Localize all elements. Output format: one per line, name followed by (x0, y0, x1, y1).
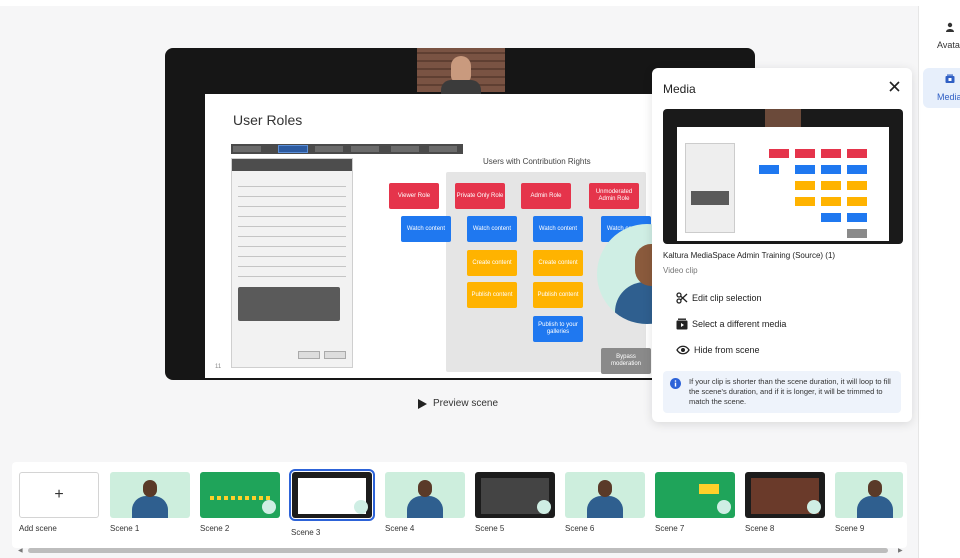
scene-thumbnail[interactable] (565, 472, 645, 518)
rail-item-avatars[interactable]: Avatar (923, 16, 960, 56)
slide-title: User Roles (233, 112, 303, 128)
select-media-button[interactable]: Select a different media (676, 318, 786, 330)
panel-title: Media (663, 82, 696, 96)
clip-type: Video clip (663, 266, 698, 275)
filmstrip-scrollbar[interactable]: ◀ ▶ (18, 547, 904, 554)
media-panel: Media Kaltura MediaSpace Admin Training (652, 68, 912, 422)
add-scene-label: Add scene (19, 524, 57, 533)
permission-node: Watch content (467, 216, 517, 242)
slide-number: 11 (215, 364, 222, 370)
scene-label: Scene 4 (385, 524, 415, 533)
media-icon (945, 74, 955, 83)
rail-item-label: Avatar (937, 40, 960, 50)
scene-label: Scene 8 (745, 524, 775, 533)
top-strip (0, 0, 960, 6)
permission-node: Create content (533, 250, 583, 276)
permission-node: Bypass moderation (601, 348, 651, 374)
scene-label: Scene 3 (291, 528, 321, 537)
scene-thumbnail[interactable] (289, 469, 375, 521)
scene-label: Scene 9 (835, 524, 865, 533)
role-node: Viewer Role (389, 183, 439, 209)
clip-title: Kaltura MediaSpace Admin Training (Sourc… (663, 251, 836, 260)
scene-label: Scene 5 (475, 524, 505, 533)
add-scene-button[interactable]: + (19, 472, 99, 518)
scissors-icon (676, 292, 688, 304)
add-user-form-image (231, 158, 353, 368)
preview-label: Preview scene (433, 398, 499, 409)
camera-video (417, 48, 505, 94)
action-label: Hide from scene (694, 345, 760, 355)
info-text: If your clip is shorter than the scene d… (689, 377, 891, 406)
scene-label: Scene 6 (565, 524, 595, 533)
permission-node: Publish content (467, 282, 517, 308)
scene-thumbnail[interactable] (385, 472, 465, 518)
eye-icon (676, 345, 690, 355)
rail-item-label: Media (937, 92, 960, 102)
permission-node: Publish to your galleries (533, 316, 583, 342)
permission-node: Watch content (533, 216, 583, 242)
scene-thumbnail[interactable] (475, 472, 555, 518)
scroll-left-icon[interactable]: ◀ (18, 547, 23, 554)
hide-from-scene-button[interactable]: Hide from scene (676, 345, 760, 355)
role-node: Admin Role (521, 183, 571, 209)
action-label: Edit clip selection (692, 293, 762, 303)
scene-label: Scene 2 (200, 524, 230, 533)
scrollbar-thumb[interactable] (28, 548, 888, 553)
slide-navbar (231, 144, 463, 154)
play-icon (418, 398, 427, 409)
scene-thumbnail[interactable] (835, 472, 903, 518)
scene-filmstrip: + Add scene Scene 1 Scene 2 Scene 3 Scen… (12, 462, 907, 548)
permission-node: Create content (467, 250, 517, 276)
preview-scene-button[interactable]: Preview scene (418, 398, 498, 409)
role-node: Private Only Role (455, 183, 505, 209)
scene-thumbnail[interactable] (655, 472, 735, 518)
scroll-right-icon[interactable]: ▶ (898, 547, 903, 554)
scene-label: Scene 1 (110, 524, 140, 533)
scene-label: Scene 7 (655, 524, 685, 533)
permission-node: Watch content (401, 216, 451, 242)
chart-heading: Users with Contribution Rights (483, 157, 591, 166)
person-icon (946, 22, 954, 32)
role-node: Unmoderated Admin Role (589, 183, 639, 209)
plus-icon: + (54, 486, 64, 503)
action-label: Select a different media (692, 319, 787, 329)
right-rail: Avatar Media (918, 6, 960, 558)
rail-item-media[interactable]: Media (923, 68, 960, 108)
close-icon[interactable] (889, 81, 900, 92)
scene-thumbnail[interactable] (745, 472, 825, 518)
info-icon (670, 378, 681, 389)
permission-node: Publish content (533, 282, 583, 308)
edit-clip-button[interactable]: Edit clip selection (676, 292, 762, 304)
media-swap-icon (676, 318, 688, 330)
info-box: If your clip is shorter than the scene d… (663, 371, 901, 413)
scene-thumbnail[interactable] (200, 472, 280, 518)
scene-thumbnail[interactable] (110, 472, 190, 518)
media-thumbnail[interactable] (663, 109, 903, 244)
